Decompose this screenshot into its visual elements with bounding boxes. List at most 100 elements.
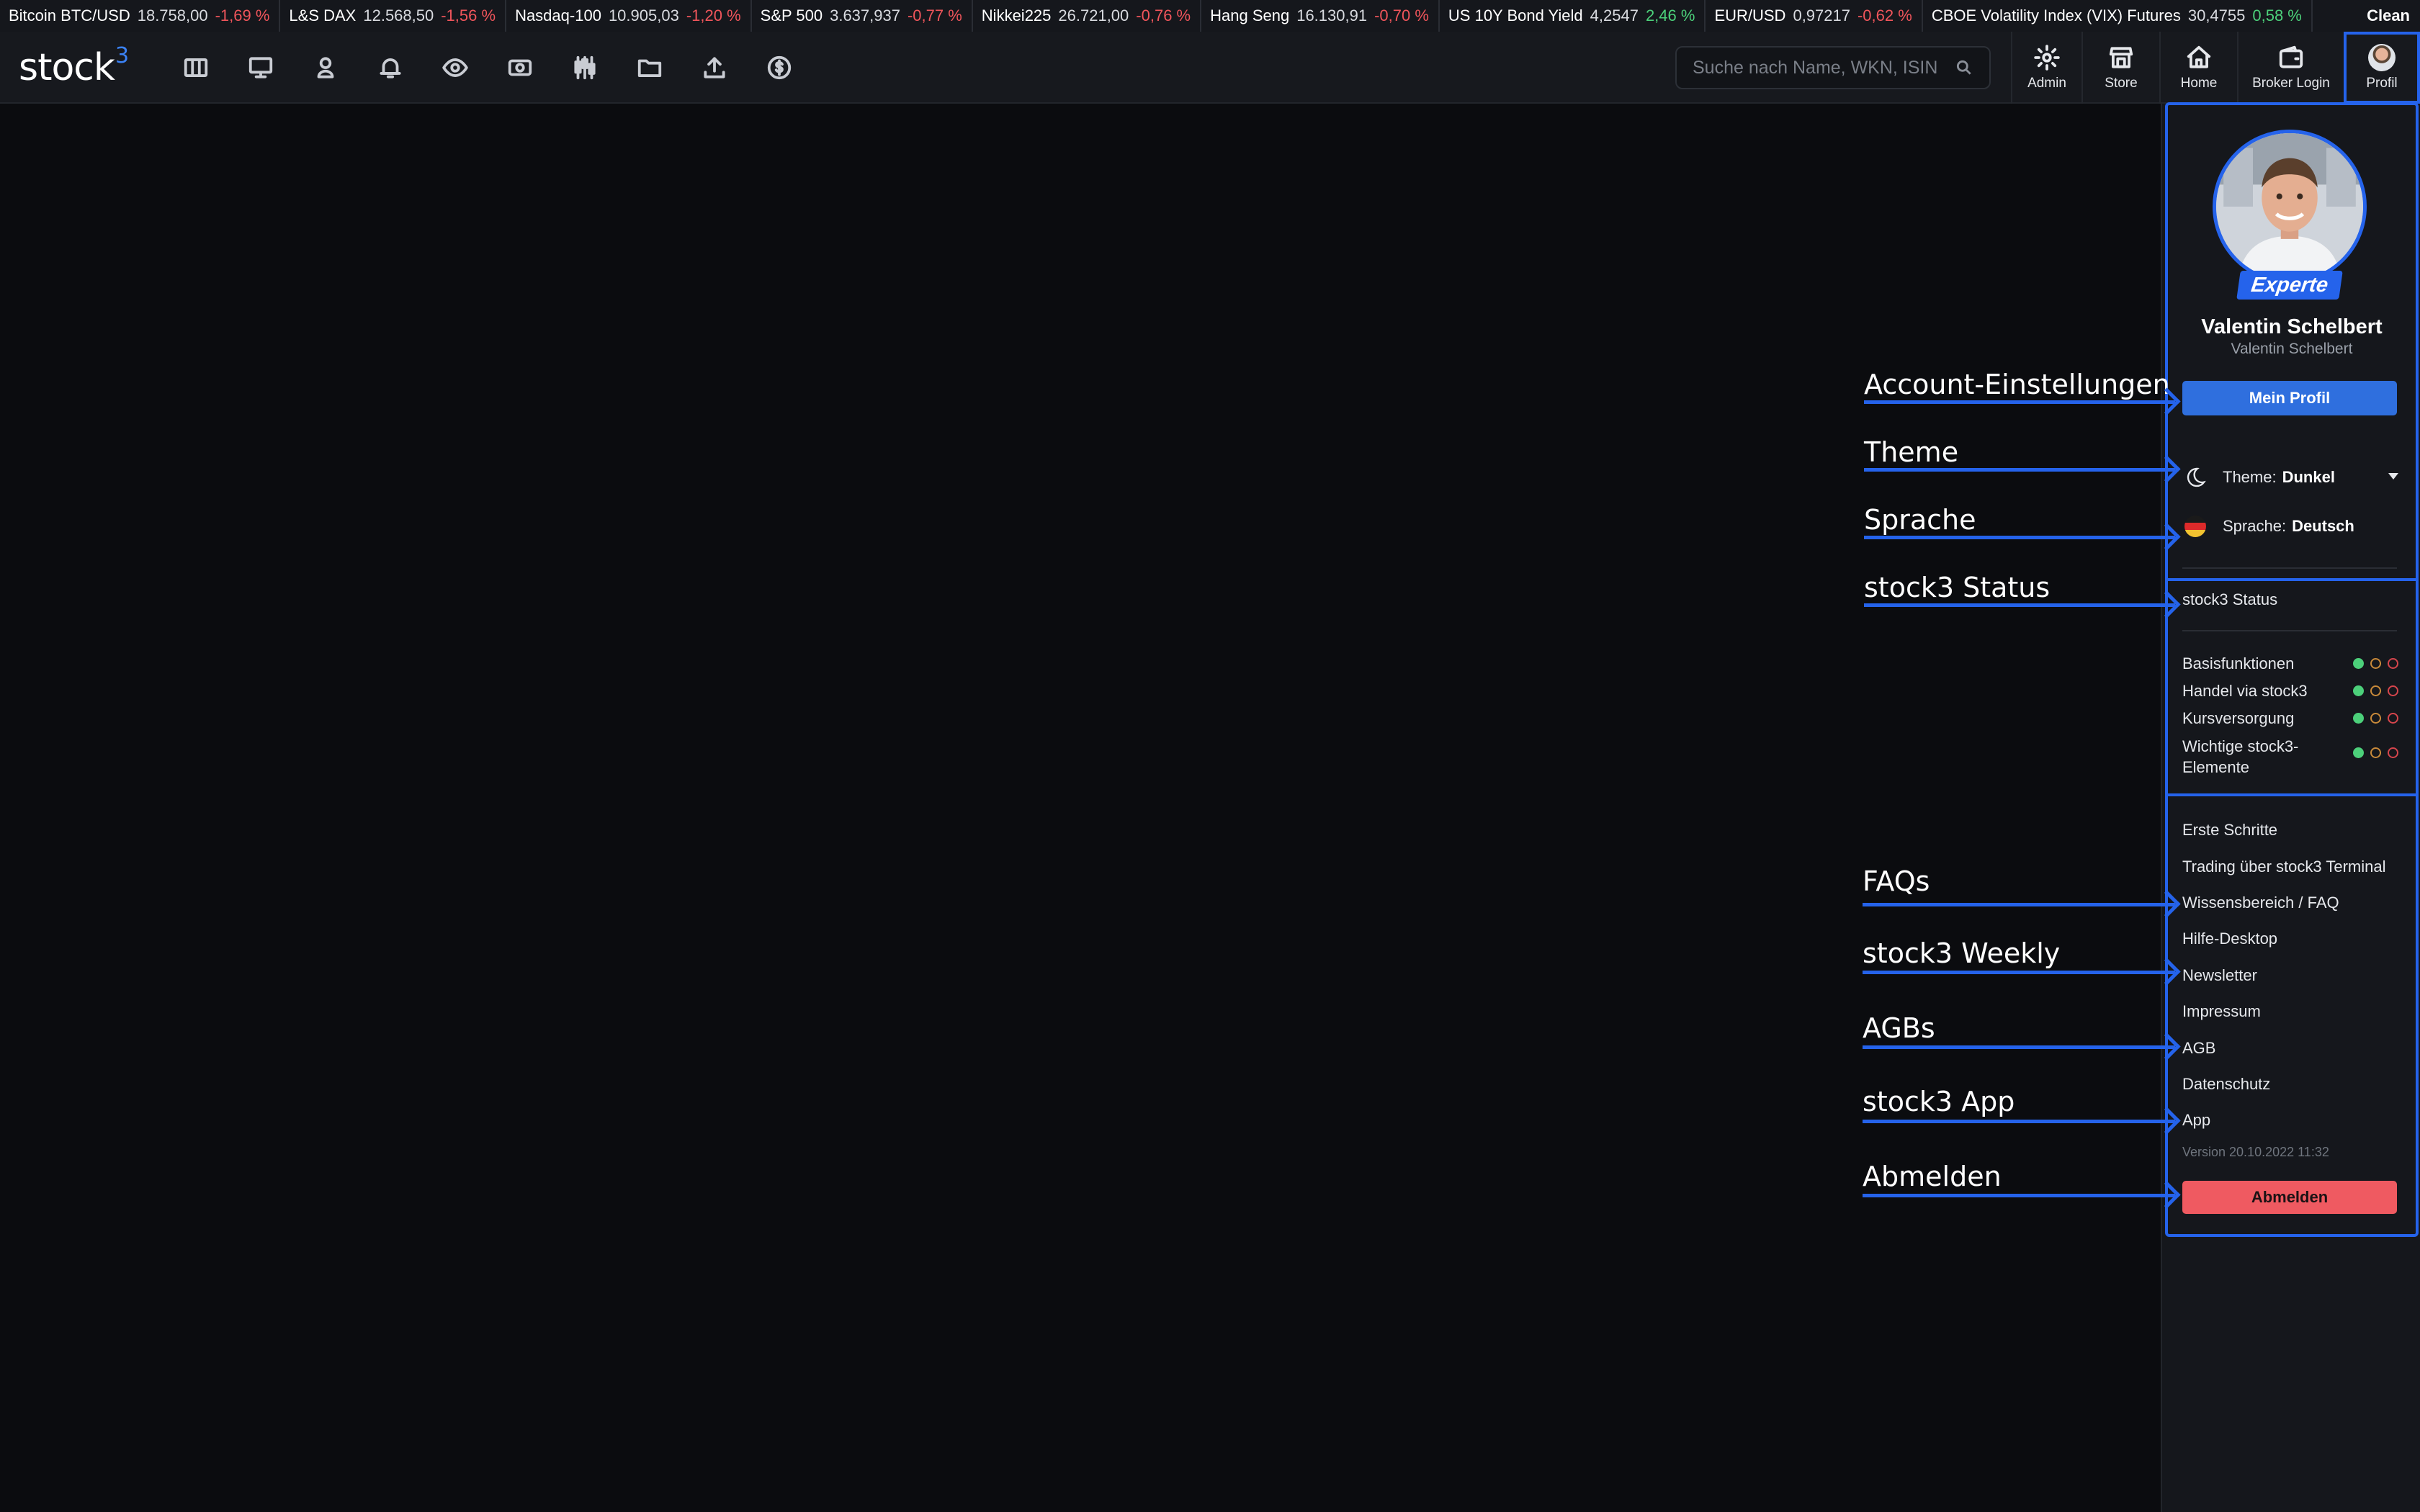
ticker-name: US 10Y Bond Yield: [1448, 6, 1583, 24]
banknote-icon[interactable]: [504, 52, 536, 84]
ticker-name: EUR/USD: [1714, 6, 1786, 24]
columns-icon[interactable]: [180, 52, 212, 84]
home-icon: [2187, 45, 2211, 68]
ticker-price: 4,2547: [1590, 6, 1639, 24]
folder-icon[interactable]: [634, 52, 666, 84]
ticker-item[interactable]: S&P 500 3.637,937 -0,77 %: [752, 0, 973, 32]
monitor-icon[interactable]: [245, 52, 277, 84]
home-label: Home: [2180, 76, 2218, 91]
annotation-language: Sprache: [1864, 504, 1976, 536]
ticker-change: -0,70 %: [1374, 6, 1429, 24]
bell-icon[interactable]: [375, 52, 406, 84]
ticker-price: 18.758,00: [137, 6, 208, 24]
ticker-change: -1,20 %: [686, 6, 741, 24]
link-app[interactable]: App: [2182, 1111, 2210, 1130]
market-ticker: Bitcoin BTC/USD 18.758,00 -1,69 % L&S DAX 1…: [0, 0, 2420, 32]
status-label: Wichtige stock3-Elemente: [2182, 737, 2299, 776]
ticker-price: 12.568,50: [363, 6, 434, 24]
ticker-item[interactable]: Bitcoin BTC/USD 18.758,00 -1,69 %: [0, 0, 281, 32]
search-icon[interactable]: [1955, 58, 1973, 77]
dollar-coin-icon[interactable]: [763, 52, 795, 84]
ticker-change: -0,77 %: [907, 6, 962, 24]
ticker-name: L&S DAX: [289, 6, 357, 24]
ticker-change: -1,56 %: [441, 6, 496, 24]
language-select[interactable]: Sprache: Deutsch: [2182, 512, 2398, 541]
link-datenschutz[interactable]: Datenschutz: [2182, 1075, 2270, 1094]
ticker-name: CBOE Volatility Index (VIX) Futures: [1931, 6, 2181, 24]
ticker-price: 3.637,937: [830, 6, 900, 24]
ticker-item[interactable]: Nikkei225 26.721,00 -0,76 %: [973, 0, 1202, 32]
status-title[interactable]: stock3 Status: [2182, 590, 2277, 609]
ticker-item[interactable]: L&S DAX 12.568,50 -1,56 %: [280, 0, 507, 32]
broker-login-button[interactable]: Broker Login: [2237, 32, 2344, 104]
ticker-change: -0,62 %: [1857, 6, 1912, 24]
annotation-status: stock3 Status: [1864, 572, 2051, 603]
my-profile-button[interactable]: Mein Profil: [2182, 381, 2397, 415]
status-label: Basisfunktionen: [2182, 654, 2295, 672]
expert-badge: Experte: [2236, 271, 2343, 300]
link-impressum[interactable]: Impressum: [2182, 1002, 2261, 1021]
profil-button[interactable]: Profil: [2344, 32, 2420, 104]
german-flag-icon: [2182, 513, 2208, 539]
chevron-down-icon: [2388, 473, 2398, 480]
annotation-app: stock3 App: [1863, 1086, 2015, 1117]
annotation-arrow: [1864, 603, 2175, 607]
status-indicator: [2353, 747, 2398, 758]
ticker-item[interactable]: CBOE Volatility Index (VIX) Futures 30,47…: [1923, 0, 2313, 32]
ticker-item[interactable]: EUR/USD 0,97217 -0,62 %: [1706, 0, 1923, 32]
status-label: Handel via stock3: [2182, 682, 2308, 700]
language-label: Sprache:: [2223, 517, 2287, 535]
link-trading[interactable]: Trading über stock3 Terminal: [2182, 858, 2385, 876]
ticker-name: S&P 500: [760, 6, 823, 24]
divider: [2182, 567, 2397, 569]
ticker-item[interactable]: Nasdaq-100 10.905,03 -1,20 %: [506, 0, 752, 32]
search-input[interactable]: [1693, 57, 1955, 78]
theme-label: Theme:: [2223, 468, 2277, 486]
ticker-item[interactable]: US 10Y Bond Yield 4,2547 2,46 %: [1440, 0, 1706, 32]
gear-icon: [2034, 45, 2060, 71]
admin-button[interactable]: Admin: [2011, 32, 2081, 104]
ticker-clean-button[interactable]: Clean: [2357, 0, 2420, 32]
link-faq[interactable]: Wissensbereich / FAQ: [2182, 894, 2339, 912]
admin-label: Admin: [2027, 76, 2066, 91]
link-hilfe-desktop[interactable]: Hilfe-Desktop: [2182, 930, 2277, 948]
status-indicator: [2353, 713, 2398, 724]
profile-name: Valentin Schelbert: [2201, 315, 2383, 338]
ticker-name: Nasdaq-100: [515, 6, 601, 24]
logo-superscript: 3: [115, 42, 129, 68]
home-button[interactable]: Home: [2159, 32, 2237, 104]
link-agb[interactable]: AGB: [2182, 1039, 2215, 1058]
status-highlight-top: [2165, 578, 2419, 581]
store-button[interactable]: Store: [2081, 32, 2159, 104]
upload-icon[interactable]: [699, 52, 730, 84]
ticker-change: -0,76 %: [1136, 6, 1191, 24]
annotation-arrow: [1863, 971, 2175, 974]
user-pin-icon[interactable]: [310, 52, 341, 84]
status-row: Handel via stock3: [2182, 682, 2398, 701]
ticker-item[interactable]: Hang Seng 16.130,91 -0,70 %: [1201, 0, 1440, 32]
eye-icon[interactable]: [439, 52, 471, 84]
annotation-weekly: stock3 Weekly: [1863, 937, 2061, 969]
annotation-arrow: [1863, 903, 2175, 906]
divider: [2182, 630, 2397, 631]
annotation-account-settings: Account-Einstellungen: [1864, 369, 2170, 400]
status-row: Basisfunktionen: [2182, 654, 2398, 673]
ticker-change: 2,46 %: [1645, 6, 1695, 24]
ticker-price: 26.721,00: [1058, 6, 1129, 24]
logout-button[interactable]: Abmelden: [2182, 1181, 2397, 1214]
stock3-logo[interactable]: stock3: [19, 42, 129, 89]
profil-label: Profil: [2366, 76, 2398, 91]
status-row: Wichtige stock3-Elemente: [2182, 736, 2398, 778]
ticker-price: 10.905,03: [608, 6, 679, 24]
status-row: Kursversorgung: [2182, 709, 2398, 728]
link-newsletter[interactable]: Newsletter: [2182, 966, 2257, 985]
theme-select[interactable]: Theme: Dunkel: [2182, 463, 2398, 492]
status-indicator: [2353, 685, 2398, 696]
link-erste-schritte[interactable]: Erste Schritte: [2182, 821, 2277, 840]
annotation-arrow: [1864, 400, 2175, 404]
status-indicator: [2353, 658, 2398, 669]
candlestick-icon[interactable]: [569, 52, 601, 84]
search-box[interactable]: [1675, 46, 1991, 89]
status-label: Kursversorgung: [2182, 709, 2295, 727]
annotation-arrow: [1864, 536, 2175, 539]
